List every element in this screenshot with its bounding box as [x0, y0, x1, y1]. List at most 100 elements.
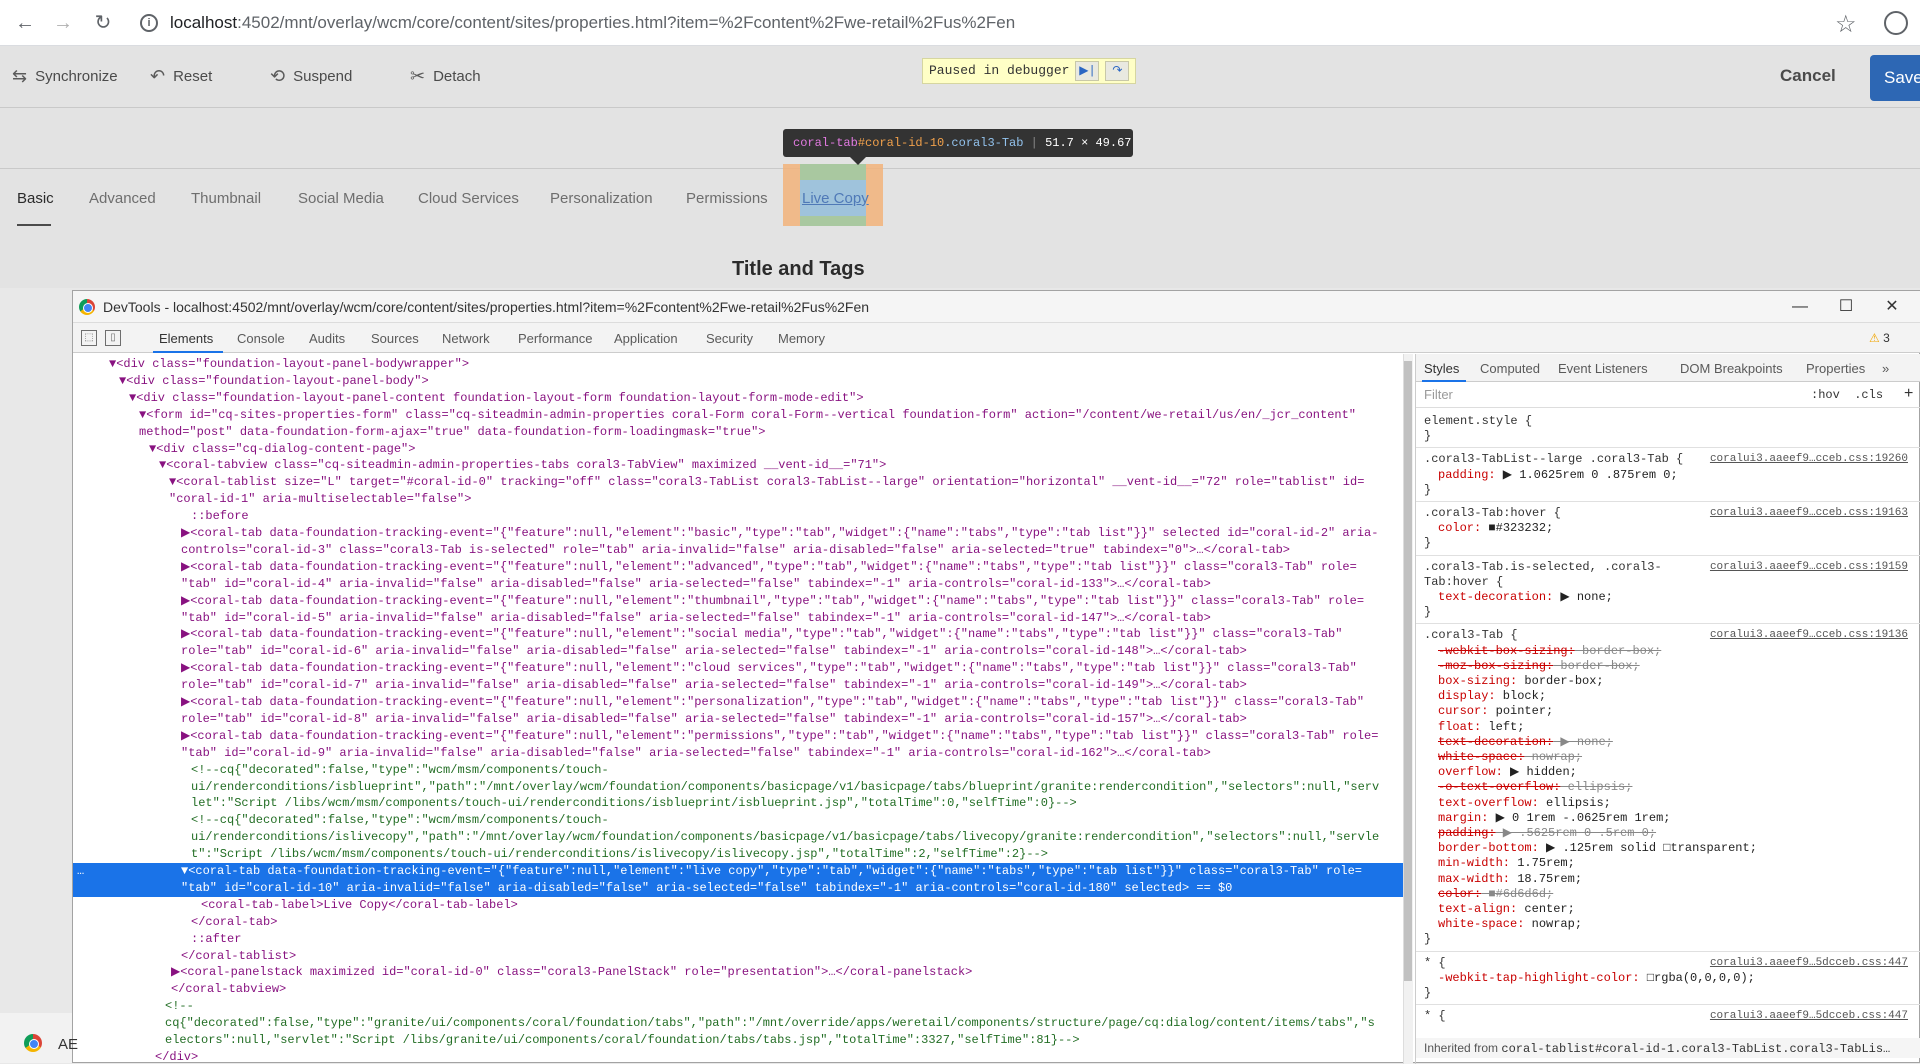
- styles-tab-styles[interactable]: Styles: [1424, 361, 1459, 376]
- dom-node-line[interactable]: ▶<coral-tab data-foundation-tracking-eve…: [73, 525, 1403, 542]
- detach-button[interactable]: ✂ Detach: [410, 66, 481, 87]
- dom-node-line[interactable]: ▶<coral-tab data-foundation-tracking-eve…: [73, 728, 1403, 745]
- dom-node-line[interactable]: ▶<coral-panelstack maximized id="coral-i…: [73, 964, 1403, 981]
- address-bar[interactable]: i localhost:4502/mnt/overlay/wcm/core/co…: [128, 7, 1828, 39]
- css-selector-line[interactable]: element.style {: [1416, 414, 1920, 429]
- dom-node-line[interactable]: ▶<coral-tab data-foundation-tracking-eve…: [73, 660, 1403, 677]
- devtools-tab-application[interactable]: Application: [614, 331, 678, 346]
- dom-node-line[interactable]: ::after: [73, 931, 1403, 948]
- dom-node-line[interactable]: ▼<coral-tab data-foundation-tracking-eve…: [73, 863, 1403, 880]
- node-actions-icon[interactable]: …: [77, 863, 97, 880]
- devtools-tab-performance[interactable]: Performance: [518, 331, 592, 346]
- css-property-line[interactable]: text-align: center;: [1416, 902, 1920, 917]
- css-property-line[interactable]: -webkit-box-sizing: border-box;: [1416, 644, 1920, 659]
- tab-cloud-services[interactable]: Cloud Services: [418, 190, 519, 207]
- dom-node-line[interactable]: ▶<coral-tab data-foundation-tracking-eve…: [73, 593, 1403, 610]
- tab-basic[interactable]: Basic: [17, 190, 54, 207]
- dom-node-line[interactable]: role="tab" id="coral-id-7" aria-invalid=…: [73, 677, 1403, 694]
- dom-node-line[interactable]: ui/renderconditions/isblueprint","path":…: [73, 779, 1403, 796]
- dom-node-line[interactable]: t":"Script /libs/wcm/msm/components/touc…: [73, 846, 1403, 863]
- star-icon[interactable]: ☆: [1835, 10, 1857, 39]
- dom-node-line[interactable]: <coral-tab-label>Live Copy</coral-tab-la…: [73, 897, 1403, 914]
- devtools-tab-memory[interactable]: Memory: [778, 331, 825, 346]
- close-icon[interactable]: ✕: [1869, 291, 1915, 323]
- dom-node-line[interactable]: ▶<coral-tab data-foundation-tracking-eve…: [73, 559, 1403, 576]
- dom-node-line[interactable]: "tab" id="coral-id-4" aria-invalid="fals…: [73, 576, 1403, 593]
- hov-toggle[interactable]: :hov .cls: [1811, 382, 1883, 408]
- dom-node-line[interactable]: ::before: [73, 508, 1403, 525]
- css-property-line[interactable]: white-space: nowrap;: [1416, 917, 1920, 932]
- reload-icon[interactable]: ↻: [90, 10, 116, 36]
- css-property-line[interactable]: -moz-box-sizing: border-box;: [1416, 659, 1920, 674]
- inherited-node[interactable]: coral-tablist#coral-id-1.coral3-TabList.…: [1501, 1042, 1890, 1056]
- css-property-line[interactable]: min-width: 1.75rem;: [1416, 856, 1920, 871]
- css-property-line[interactable]: text-decoration: ▶ none;: [1416, 590, 1920, 605]
- devtools-tab-elements[interactable]: Elements: [159, 331, 213, 346]
- dom-node-line[interactable]: <!--cq{"decorated":false,"type":"wcm/msm…: [73, 812, 1403, 829]
- dom-node-line[interactable]: <!--cq{"decorated":false,"type":"wcm/msm…: [73, 762, 1403, 779]
- dom-node-line[interactable]: ▶<coral-tab data-foundation-tracking-eve…: [73, 694, 1403, 711]
- css-property-line[interactable]: border-bottom: ▶ .125rem solid □transpar…: [1416, 841, 1920, 856]
- back-arrow-icon[interactable]: ←: [12, 10, 38, 36]
- device-toolbar-icon[interactable]: ▯: [105, 330, 121, 346]
- dom-node-line[interactable]: role="tab" id="coral-id-6" aria-invalid=…: [73, 643, 1403, 660]
- dom-node-line[interactable]: ▼<form id="cq-sites-properties-form" cla…: [73, 407, 1403, 424]
- tab-personalization[interactable]: Personalization: [550, 190, 653, 207]
- tab-social-media[interactable]: Social Media: [298, 190, 384, 207]
- dom-node-line[interactable]: ▼<div class="foundation-layout-panel-con…: [73, 390, 1403, 407]
- tab-permissions[interactable]: Permissions: [686, 190, 768, 207]
- dom-node-line[interactable]: method="post" data-foundation-form-ajax=…: [73, 424, 1403, 441]
- devtools-tab-network[interactable]: Network: [442, 331, 490, 346]
- css-selector-line[interactable]: }: [1416, 605, 1920, 620]
- dom-node-line[interactable]: "coral-id-1" aria-multiselectable="false…: [73, 491, 1403, 508]
- save-button[interactable]: Save: [1870, 55, 1920, 101]
- tab-thumbnail[interactable]: Thumbnail: [191, 190, 261, 207]
- styles-tab-properties[interactable]: Properties: [1806, 361, 1865, 376]
- css-selector-line[interactable]: * {coralui3.aaeef9…5dcceb.css:447: [1416, 1009, 1920, 1024]
- css-source-link[interactable]: coralui3.aaeef9…cceb.css:19260: [1710, 452, 1908, 467]
- css-property-line[interactable]: margin: ▶ 0 1rem -.0625rem 1rem;: [1416, 811, 1920, 826]
- css-selector-line[interactable]: .coral3-Tab:hover {coralui3.aaeef9…cceb.…: [1416, 506, 1920, 521]
- css-property-line[interactable]: overflow: ▶ hidden;: [1416, 765, 1920, 780]
- css-selector-line[interactable]: .coral3-Tab {coralui3.aaeef9…cceb.css:19…: [1416, 628, 1920, 643]
- dom-node-line[interactable]: ▼<div class="foundation-layout-panel-bod…: [73, 356, 1403, 373]
- dom-node-line[interactable]: role="tab" id="coral-id-8" aria-invalid=…: [73, 711, 1403, 728]
- dom-node-line[interactable]: let":"Script /libs/wcm/msm/components/to…: [73, 795, 1403, 812]
- css-source-link[interactable]: coralui3.aaeef9…5dcceb.css:447: [1710, 956, 1908, 971]
- css-source-link[interactable]: coralui3.aaeef9…cceb.css:19136: [1710, 628, 1908, 643]
- devtools-tab-sources[interactable]: Sources: [371, 331, 419, 346]
- css-selector-line[interactable]: * {coralui3.aaeef9…5dcceb.css:447: [1416, 956, 1920, 971]
- resume-icon[interactable]: ▶|: [1075, 61, 1100, 81]
- dom-node-line[interactable]: ▶<coral-tab data-foundation-tracking-eve…: [73, 626, 1403, 643]
- styles-filter[interactable]: Filter :hov .cls +: [1416, 382, 1920, 408]
- dom-node-line[interactable]: <!--: [73, 998, 1403, 1015]
- css-selector-line[interactable]: .coral3-Tab.is-selected, .coral3- coralui…: [1416, 560, 1920, 575]
- dom-node-line[interactable]: electors":null,"servlet":"Script /libs/g…: [73, 1032, 1403, 1049]
- css-source-link[interactable]: coralui3.aaeef9…cceb.css:19163: [1710, 506, 1908, 521]
- devtools-tab-audits[interactable]: Audits: [309, 331, 345, 346]
- css-property-line[interactable]: text-overflow: ellipsis;: [1416, 796, 1920, 811]
- css-selector-line[interactable]: }: [1416, 986, 1920, 1001]
- inspect-element-icon[interactable]: ⬚: [81, 330, 97, 346]
- dom-node-line[interactable]: </coral-tabview>: [73, 981, 1403, 998]
- styles-tab-event-listeners[interactable]: Event Listeners: [1558, 361, 1648, 376]
- cancel-button[interactable]: Cancel: [1780, 66, 1836, 86]
- step-over-icon[interactable]: ↷: [1105, 61, 1130, 81]
- css-property-line[interactable]: max-width: 18.75rem;: [1416, 872, 1920, 887]
- styles-tab-computed[interactable]: Computed: [1480, 361, 1540, 376]
- forward-arrow-icon[interactable]: →: [50, 10, 76, 36]
- css-property-line[interactable]: display: block;: [1416, 689, 1920, 704]
- dom-node-line[interactable]: </coral-tab>: [73, 914, 1403, 931]
- dom-node-line[interactable]: </coral-tablist>: [73, 948, 1403, 965]
- css-selector-line[interactable]: Tab:hover {: [1416, 575, 1920, 590]
- dom-node-line[interactable]: "tab" id="coral-id-9" aria-invalid="fals…: [73, 745, 1403, 762]
- css-selector-line[interactable]: }: [1416, 429, 1920, 444]
- css-property-line[interactable]: -webkit-tap-highlight-color: □rgba(0,0,0…: [1416, 971, 1920, 986]
- more-tabs-icon[interactable]: »: [1882, 361, 1889, 376]
- dom-node-line[interactable]: ▼<div class="foundation-layout-panel-bod…: [73, 373, 1403, 390]
- dom-node-line[interactable]: "tab" id="coral-id-5" aria-invalid="fals…: [73, 610, 1403, 627]
- css-property-line[interactable]: color: ■#323232;: [1416, 521, 1920, 536]
- css-property-line[interactable]: color: ■#6d6d6d;: [1416, 887, 1920, 902]
- css-property-line[interactable]: text-decoration: ▶ none;: [1416, 735, 1920, 750]
- css-property-line[interactable]: padding: ▶ 1.0625rem 0 .875rem 0;: [1416, 468, 1920, 483]
